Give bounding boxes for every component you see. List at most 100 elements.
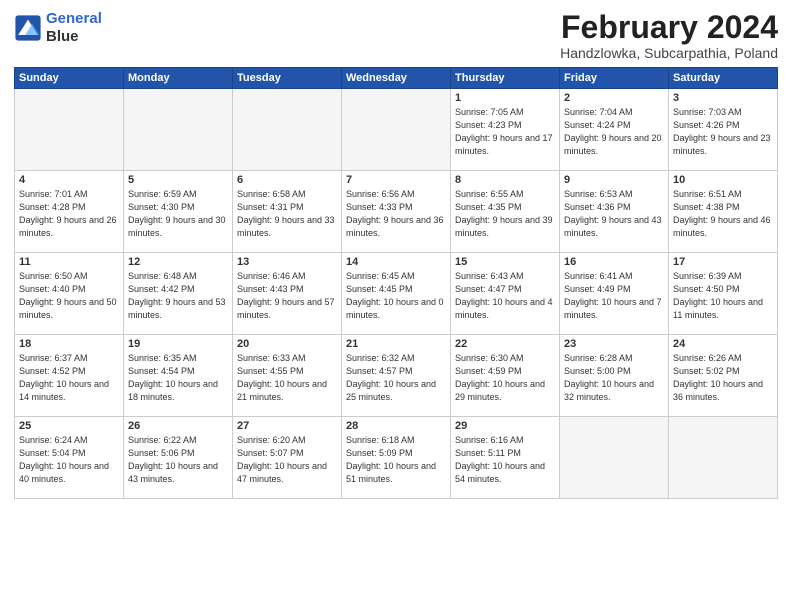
day-number: 10 bbox=[673, 174, 773, 186]
day-info: Sunrise: 6:37 AMSunset: 4:52 PMDaylight:… bbox=[19, 352, 119, 404]
day-info: Sunrise: 6:45 AMSunset: 4:45 PMDaylight:… bbox=[346, 270, 446, 322]
day-number: 8 bbox=[455, 174, 555, 186]
day-info: Sunrise: 6:50 AMSunset: 4:40 PMDaylight:… bbox=[19, 270, 119, 322]
week-row-3: 11 Sunrise: 6:50 AMSunset: 4:40 PMDayligh… bbox=[15, 253, 778, 335]
table-cell bbox=[342, 89, 451, 171]
table-cell: 3 Sunrise: 7:03 AMSunset: 4:26 PMDaylight… bbox=[669, 89, 778, 171]
day-info: Sunrise: 6:32 AMSunset: 4:57 PMDaylight:… bbox=[346, 352, 446, 404]
day-info: Sunrise: 6:41 AMSunset: 4:49 PMDaylight:… bbox=[564, 270, 664, 322]
day-info: Sunrise: 7:05 AMSunset: 4:23 PMDaylight:… bbox=[455, 106, 555, 158]
table-cell: 12 Sunrise: 6:48 AMSunset: 4:42 PMDayligh… bbox=[124, 253, 233, 335]
day-info: Sunrise: 6:22 AMSunset: 5:06 PMDaylight:… bbox=[128, 434, 228, 486]
day-number: 18 bbox=[19, 338, 119, 350]
day-info: Sunrise: 6:46 AMSunset: 4:43 PMDaylight:… bbox=[237, 270, 337, 322]
day-number: 12 bbox=[128, 256, 228, 268]
table-cell: 27Sunrise: 6:20 AMSunset: 5:07 PMDayligh… bbox=[233, 417, 342, 499]
table-cell: 13 Sunrise: 6:46 AMSunset: 4:43 PMDayligh… bbox=[233, 253, 342, 335]
calendar-table: Sunday Monday Tuesday Wednesday Thursday… bbox=[14, 67, 778, 499]
day-info: Sunrise: 6:16 AMSunset: 5:11 PMDaylight:… bbox=[455, 434, 555, 486]
table-cell: 26 Sunrise: 6:22 AMSunset: 5:06 PMDayligh… bbox=[124, 417, 233, 499]
table-cell: 22 Sunrise: 6:30 AMSunset: 4:59 PMDayligh… bbox=[451, 335, 560, 417]
day-info: Sunrise: 6:33 AMSunset: 4:55 PMDaylight:… bbox=[237, 352, 337, 404]
table-cell: 4Sunrise: 7:01 AMSunset: 4:28 PMDaylight… bbox=[15, 171, 124, 253]
table-cell: 29 Sunrise: 6:16 AMSunset: 5:11 PMDayligh… bbox=[451, 417, 560, 499]
day-info: Sunrise: 6:26 AMSunset: 5:02 PMDaylight:… bbox=[673, 352, 773, 404]
week-row-5: 25 Sunrise: 6:24 AMSunset: 5:04 PMDayligh… bbox=[15, 417, 778, 499]
header-thursday: Thursday bbox=[451, 68, 560, 89]
day-info: Sunrise: 6:48 AMSunset: 4:42 PMDaylight:… bbox=[128, 270, 228, 322]
table-cell bbox=[560, 417, 669, 499]
location: Handzlowka, Subcarpathia, Poland bbox=[560, 45, 778, 61]
table-cell: 2 Sunrise: 7:04 AMSunset: 4:24 PMDaylight… bbox=[560, 89, 669, 171]
day-info: Sunrise: 6:51 AMSunset: 4:38 PMDaylight:… bbox=[673, 188, 773, 240]
day-number: 9 bbox=[564, 174, 664, 186]
day-info: Sunrise: 6:28 AMSunset: 5:00 PMDaylight:… bbox=[564, 352, 664, 404]
logo-text: General Blue bbox=[46, 10, 102, 46]
day-info: Sunrise: 6:56 AMSunset: 4:33 PMDaylight:… bbox=[346, 188, 446, 240]
day-number: 13 bbox=[237, 256, 337, 268]
table-cell: 11 Sunrise: 6:50 AMSunset: 4:40 PMDayligh… bbox=[15, 253, 124, 335]
table-cell: 20 Sunrise: 6:33 AMSunset: 4:55 PMDayligh… bbox=[233, 335, 342, 417]
day-number: 26 bbox=[128, 420, 228, 432]
day-number: 25 bbox=[19, 420, 119, 432]
weekday-header-row: Sunday Monday Tuesday Wednesday Thursday… bbox=[15, 68, 778, 89]
table-cell: 6Sunrise: 6:58 AMSunset: 4:31 PMDaylight… bbox=[233, 171, 342, 253]
week-row-4: 18 Sunrise: 6:37 AMSunset: 4:52 PMDayligh… bbox=[15, 335, 778, 417]
day-info: Sunrise: 6:35 AMSunset: 4:54 PMDaylight:… bbox=[128, 352, 228, 404]
table-cell: 17 Sunrise: 6:39 AMSunset: 4:50 PMDayligh… bbox=[669, 253, 778, 335]
day-number: 3 bbox=[673, 92, 773, 104]
day-info: Sunrise: 6:58 AMSunset: 4:31 PMDaylight:… bbox=[237, 188, 337, 240]
calendar-page: General Blue February 2024 Handzlowka, S… bbox=[0, 0, 792, 612]
table-cell: 16Sunrise: 6:41 AMSunset: 4:49 PMDayligh… bbox=[560, 253, 669, 335]
title-block: February 2024 Handzlowka, Subcarpathia, … bbox=[560, 10, 778, 61]
day-info: Sunrise: 6:55 AMSunset: 4:35 PMDaylight:… bbox=[455, 188, 555, 240]
header-monday: Monday bbox=[124, 68, 233, 89]
table-cell: 14Sunrise: 6:45 AMSunset: 4:45 PMDayligh… bbox=[342, 253, 451, 335]
header-tuesday: Tuesday bbox=[233, 68, 342, 89]
month-title: February 2024 bbox=[560, 10, 778, 45]
day-info: Sunrise: 6:43 AMSunset: 4:47 PMDaylight:… bbox=[455, 270, 555, 322]
table-cell bbox=[15, 89, 124, 171]
day-info: Sunrise: 6:39 AMSunset: 4:50 PMDaylight:… bbox=[673, 270, 773, 322]
header-saturday: Saturday bbox=[669, 68, 778, 89]
table-cell: 28Sunrise: 6:18 AMSunset: 5:09 PMDayligh… bbox=[342, 417, 451, 499]
day-info: Sunrise: 7:01 AMSunset: 4:28 PMDaylight:… bbox=[19, 188, 119, 240]
table-cell bbox=[124, 89, 233, 171]
table-cell: 23 Sunrise: 6:28 AMSunset: 5:00 PMDayligh… bbox=[560, 335, 669, 417]
table-cell: 5Sunrise: 6:59 AMSunset: 4:30 PMDaylight… bbox=[124, 171, 233, 253]
week-row-2: 4Sunrise: 7:01 AMSunset: 4:28 PMDaylight… bbox=[15, 171, 778, 253]
table-cell bbox=[233, 89, 342, 171]
day-number: 17 bbox=[673, 256, 773, 268]
table-cell: 8 Sunrise: 6:55 AMSunset: 4:35 PMDaylight… bbox=[451, 171, 560, 253]
day-info: Sunrise: 6:30 AMSunset: 4:59 PMDaylight:… bbox=[455, 352, 555, 404]
day-number: 11 bbox=[19, 256, 119, 268]
logo: General Blue bbox=[14, 10, 102, 46]
day-number: 28 bbox=[346, 420, 446, 432]
day-info: Sunrise: 7:03 AMSunset: 4:26 PMDaylight:… bbox=[673, 106, 773, 158]
day-number: 27 bbox=[237, 420, 337, 432]
day-number: 24 bbox=[673, 338, 773, 350]
day-number: 5 bbox=[128, 174, 228, 186]
day-info: Sunrise: 6:53 AMSunset: 4:36 PMDaylight:… bbox=[564, 188, 664, 240]
header: General Blue February 2024 Handzlowka, S… bbox=[14, 10, 778, 61]
header-friday: Friday bbox=[560, 68, 669, 89]
table-cell: 9 Sunrise: 6:53 AMSunset: 4:36 PMDaylight… bbox=[560, 171, 669, 253]
day-number: 7 bbox=[346, 174, 446, 186]
day-number: 23 bbox=[564, 338, 664, 350]
logo-icon bbox=[14, 14, 42, 42]
week-row-1: 1Sunrise: 7:05 AMSunset: 4:23 PMDaylight… bbox=[15, 89, 778, 171]
table-cell: 25 Sunrise: 6:24 AMSunset: 5:04 PMDayligh… bbox=[15, 417, 124, 499]
table-cell: 1Sunrise: 7:05 AMSunset: 4:23 PMDaylight… bbox=[451, 89, 560, 171]
day-number: 21 bbox=[346, 338, 446, 350]
day-number: 22 bbox=[455, 338, 555, 350]
day-number: 2 bbox=[564, 92, 664, 104]
table-cell: 7 Sunrise: 6:56 AMSunset: 4:33 PMDaylight… bbox=[342, 171, 451, 253]
header-sunday: Sunday bbox=[15, 68, 124, 89]
table-cell: 10 Sunrise: 6:51 AMSunset: 4:38 PMDayligh… bbox=[669, 171, 778, 253]
day-number: 20 bbox=[237, 338, 337, 350]
header-wednesday: Wednesday bbox=[342, 68, 451, 89]
table-cell: 21 Sunrise: 6:32 AMSunset: 4:57 PMDayligh… bbox=[342, 335, 451, 417]
day-info: Sunrise: 7:04 AMSunset: 4:24 PMDaylight:… bbox=[564, 106, 664, 158]
day-info: Sunrise: 6:24 AMSunset: 5:04 PMDaylight:… bbox=[19, 434, 119, 486]
day-number: 29 bbox=[455, 420, 555, 432]
